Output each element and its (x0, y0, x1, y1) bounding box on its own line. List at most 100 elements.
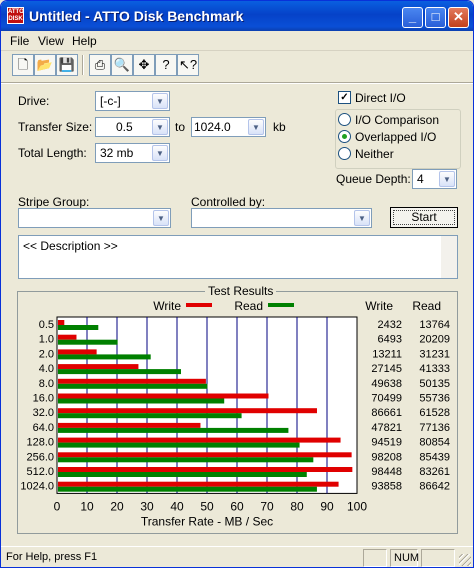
io-comparison-label: I/O Comparison (355, 113, 440, 127)
chevron-down-icon[interactable]: ▼ (152, 93, 168, 109)
chevron-down-icon[interactable]: ▼ (354, 210, 370, 226)
read-bar (58, 398, 225, 404)
close-button[interactable]: ✕ (448, 7, 469, 28)
window-title: Untitled - ATTO Disk Benchmark (29, 8, 244, 24)
resize-grip-icon[interactable] (459, 554, 471, 566)
legend-write-swatch (186, 303, 212, 307)
x-tick-label: 100 (347, 499, 367, 513)
print-preview-icon[interactable]: 🔍 (111, 54, 133, 76)
write-bar (58, 452, 352, 458)
y-tick-label: 512.0 (26, 466, 54, 478)
move-icon[interactable]: ✥ (133, 54, 155, 76)
direct-io-label: Direct I/O (355, 91, 406, 105)
chevron-down-icon[interactable]: ▼ (152, 145, 168, 161)
maximize-button[interactable]: □ (425, 7, 446, 28)
save-icon[interactable]: 💾 (56, 54, 78, 76)
context-help-icon[interactable]: ↖? (177, 54, 199, 76)
write-value-label: 49638 (371, 378, 402, 390)
io-comparison-radio[interactable] (338, 113, 351, 126)
read-value-label: 20209 (419, 334, 450, 346)
chevron-down-icon[interactable]: ▼ (439, 171, 455, 187)
y-tick-label: 256.0 (26, 451, 54, 463)
read-value-label: 86642 (419, 481, 450, 493)
menu-help[interactable]: Help (72, 34, 97, 48)
chevron-down-icon[interactable]: ▼ (152, 119, 168, 135)
description-scrollbar[interactable] (441, 236, 457, 278)
status-help-text: For Help, press F1 (6, 551, 98, 563)
total-length-select[interactable]: 32 mb ▼ (95, 143, 170, 163)
chevron-down-icon[interactable]: ▼ (248, 119, 264, 135)
x-tick-label: 50 (200, 499, 214, 513)
x-tick-label: 0 (54, 499, 61, 513)
write-value-label: 2432 (378, 319, 402, 331)
write-value-label: 27145 (371, 363, 402, 375)
description-textarea[interactable]: << Description >> (18, 235, 458, 279)
x-tick-label: 80 (290, 499, 304, 513)
print-icon[interactable]: ⎙ (89, 54, 111, 76)
transfer-to-select[interactable]: 1024.0 ▼ (191, 117, 266, 137)
overlapped-io-radio[interactable] (338, 130, 351, 143)
menu-view[interactable]: View (38, 34, 64, 48)
write-column-header: Write (365, 299, 393, 313)
read-bar (58, 442, 300, 448)
open-icon[interactable]: 📂 (34, 54, 56, 76)
x-axis-label: Transfer Rate - MB / Sec (141, 514, 273, 528)
read-bar (58, 427, 289, 433)
queue-depth-value: 4 (417, 172, 424, 186)
write-value-label: 98208 (371, 451, 402, 463)
read-bar (58, 472, 307, 477)
y-tick-label: 8.0 (39, 378, 54, 390)
x-tick-label: 10 (80, 499, 94, 513)
neither-label: Neither (355, 147, 394, 161)
new-icon[interactable]: 🗋 (12, 54, 34, 76)
legend-write-label: Write (153, 299, 181, 313)
x-tick-label: 90 (320, 499, 334, 513)
write-bar (58, 349, 97, 355)
direct-io-checkbox[interactable]: ✓ (338, 91, 351, 104)
start-button[interactable]: Start (390, 207, 458, 228)
about-icon[interactable]: ? (155, 54, 177, 76)
read-value-label: 61528 (419, 407, 450, 419)
minimize-button[interactable]: _ (402, 7, 423, 28)
transfer-from-value: 0.5 (116, 120, 133, 134)
y-tick-label: 16.0 (33, 393, 54, 405)
controlled-by-select[interactable]: ▼ (191, 208, 372, 228)
stripe-group-select[interactable]: ▼ (18, 208, 171, 228)
menu-file[interactable]: File (10, 34, 29, 48)
write-bar (58, 334, 77, 340)
status-panel-caps (363, 549, 387, 567)
x-tick-label: 60 (230, 499, 244, 513)
transfer-from-select[interactable]: 0.5 ▼ (95, 117, 170, 137)
read-bar (58, 369, 181, 375)
drive-label: Drive: (18, 94, 50, 108)
read-value-label: 13764 (419, 319, 450, 331)
transfer-to-value: 1024.0 (194, 120, 231, 134)
drive-select[interactable]: [-c-] ▼ (95, 91, 170, 111)
y-tick-label: 32.0 (33, 407, 54, 419)
y-tick-label: 4.0 (39, 363, 54, 375)
write-bar (58, 422, 201, 428)
write-value-label: 70499 (371, 393, 402, 405)
legend-read-swatch (268, 303, 294, 307)
read-column-header: Read (412, 299, 441, 313)
write-bar (58, 320, 65, 325)
read-value-label: 31231 (419, 348, 450, 360)
queue-depth-select[interactable]: 4 ▼ (412, 169, 457, 189)
write-value-label: 94519 (371, 437, 402, 449)
read-value-label: 55736 (419, 393, 450, 405)
read-value-label: 50135 (419, 378, 450, 390)
stripe-group-label: Stripe Group: (18, 195, 90, 209)
y-tick-label: 64.0 (33, 422, 54, 434)
write-value-label: 13211 (372, 348, 402, 360)
controlled-by-label: Controlled by: (191, 195, 266, 209)
title-bar[interactable]: ATTO DISK Untitled - ATTO Disk Benchmark… (1, 1, 473, 31)
menu-bar: File View Help (1, 31, 473, 51)
read-bar (58, 383, 208, 389)
legend-read-label: Read (234, 299, 263, 313)
neither-radio[interactable] (338, 147, 351, 160)
chevron-down-icon[interactable]: ▼ (153, 210, 169, 226)
app-logo-icon: ATTO DISK (7, 7, 24, 24)
x-tick-label: 70 (260, 499, 274, 513)
read-bar (58, 339, 118, 345)
to-label: to (175, 120, 186, 134)
